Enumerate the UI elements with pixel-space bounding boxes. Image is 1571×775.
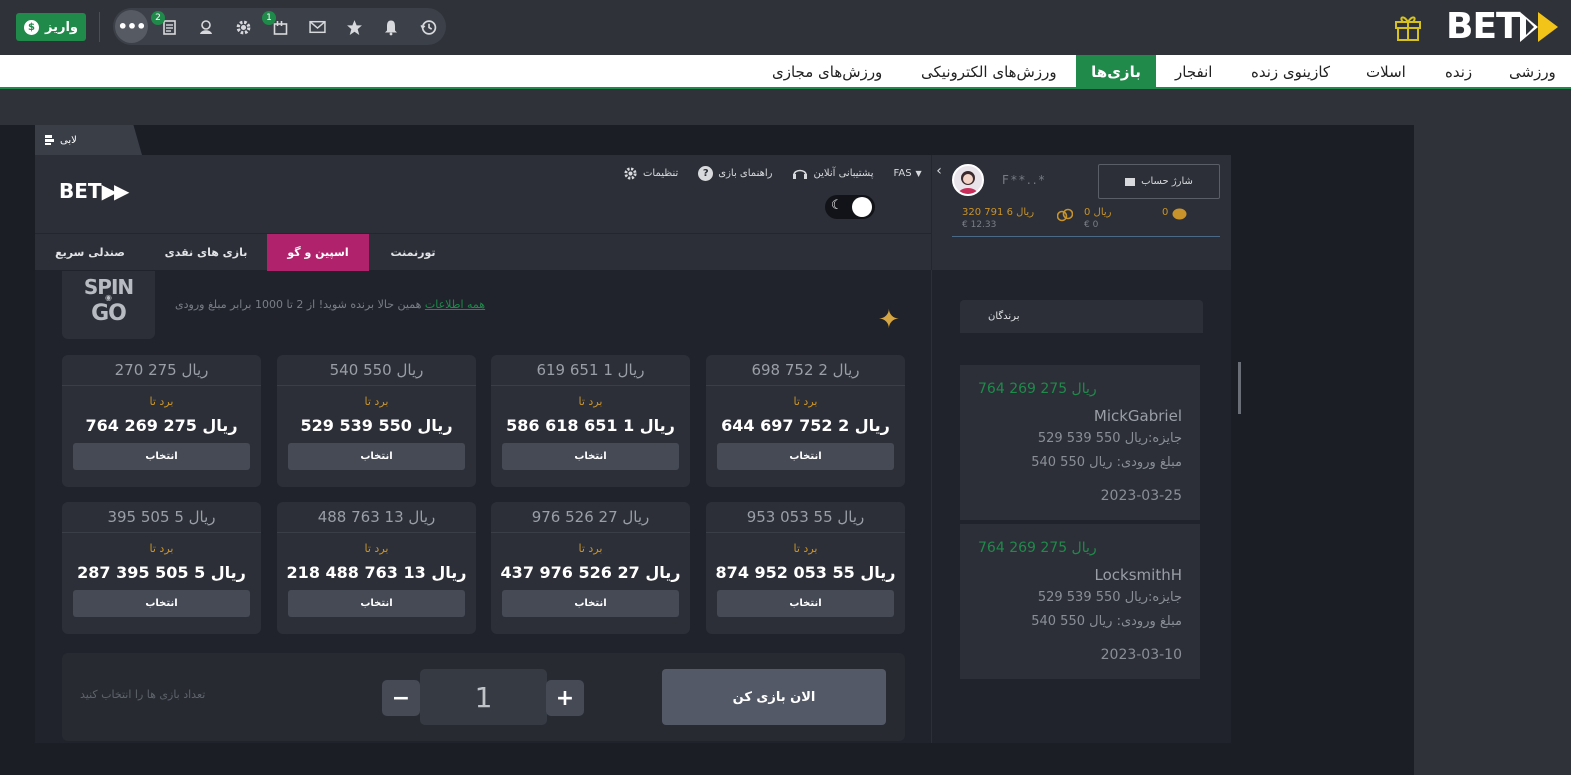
toolbar-icons: ••• 2 1 xyxy=(113,8,446,45)
help-icon: ? xyxy=(698,165,714,181)
poker-lobby: BET▶▶ ▼ FAS پشتیبانی آنلاین راهنمای بازی… xyxy=(35,155,1231,743)
charge-label: شارژ حساب xyxy=(1141,176,1193,187)
star-icon[interactable] xyxy=(343,16,365,38)
theme-toggle[interactable]: ☾ xyxy=(825,195,875,219)
lobby-icon xyxy=(45,135,54,145)
deposit-button[interactable]: $ واریز xyxy=(16,13,86,41)
sparkle-icon: ✦ xyxy=(878,305,900,335)
avatar[interactable] xyxy=(952,164,984,196)
tournament-card[interactable]: ریال 550 540 برد تا ریال 550 539 529 انت… xyxy=(277,355,476,487)
toggle-knob xyxy=(852,197,872,217)
gift-icon[interactable] xyxy=(1394,12,1422,42)
lobby-header-links: ▼ FAS پشتیبانی آنلاین راهنمای بازی ? تنظ… xyxy=(623,165,922,181)
charge-account-button[interactable]: شارژ حساب xyxy=(1098,164,1220,199)
support-link[interactable]: پشتیبانی آنلاین xyxy=(792,166,874,180)
tab-spin-and-go[interactable]: اسپین و گو xyxy=(267,234,369,271)
all-info-link[interactable]: همه اطلاعات xyxy=(425,298,485,311)
winners-list[interactable]: ریال 275 269 764 MickGabriel جایزه:ریال … xyxy=(960,365,1200,701)
language-select[interactable]: ▼ FAS xyxy=(894,168,922,179)
promo-text: همه اطلاعات همین حالا برنده شوید! از 2 ت… xyxy=(175,298,486,311)
favorites-list-icon[interactable]: 2 xyxy=(151,11,180,38)
caret-down-icon: ▼ xyxy=(915,168,922,178)
bonus-balance: ریال 0 € 0 xyxy=(1084,207,1112,230)
main-nav: ورزشی زنده اسلات کازینوی زنده انفجار باز… xyxy=(0,55,1571,89)
lobby-tab-label: لابی xyxy=(60,134,77,146)
tournament-card[interactable]: ریال 5 505 395 برد تا ریال 5 505 395 287… xyxy=(62,502,261,634)
spin-and-go-logo: SPIN ◉ GO xyxy=(62,271,155,339)
winners-panel: برندگان ریال 275 269 764 MickGabriel جای… xyxy=(931,270,1231,743)
support-agent-icon[interactable] xyxy=(195,16,217,38)
dollar-icon: $ xyxy=(24,19,39,35)
play-now-button[interactable]: الان بازی کن xyxy=(662,669,886,725)
nav-games[interactable]: بازی‌ها xyxy=(1076,55,1156,89)
points-balance: 0 xyxy=(1162,207,1169,218)
username-masked: F**..* xyxy=(1002,173,1047,187)
mail-icon[interactable] xyxy=(306,16,328,38)
game-frame: لابی BET▶▶ ▼ FAS پشتیبانی آنلاین راهنمای… xyxy=(0,125,1414,775)
nav-esports[interactable]: ورزش‌های الکترونیکی xyxy=(921,55,1057,89)
select-button[interactable]: انتخاب xyxy=(288,590,465,617)
deposit-label: واریز xyxy=(45,19,78,35)
tab-fast-seat[interactable]: صندلی سریع xyxy=(35,234,145,271)
divider xyxy=(99,12,100,42)
nav-virtual-sports[interactable]: ورزش‌های مجازی xyxy=(772,55,882,89)
select-button[interactable]: انتخاب xyxy=(288,443,465,470)
coins-icon xyxy=(1057,208,1073,222)
tournament-card[interactable]: ریال 275 270 برد تا ریال 275 269 764 انت… xyxy=(62,355,261,487)
main-balance: ریال 6 791 320 € 12.33 xyxy=(962,207,1035,230)
game-count-hint: تعداد بازی ها را انتخاب کنید xyxy=(80,688,206,701)
wallet-icon xyxy=(1125,177,1136,186)
tournament-card[interactable]: ریال 13 763 488 برد تا ریال 13 763 488 2… xyxy=(277,502,476,634)
tournament-card[interactable]: ریال 55 053 953 برد تا ریال 55 053 952 8… xyxy=(706,502,905,634)
more-icon[interactable]: ••• xyxy=(115,10,148,43)
tournament-card[interactable]: ریال 2 752 698 برد تا ریال 2 752 697 644… xyxy=(706,355,905,487)
bet-slip-badge: 1 xyxy=(262,11,276,25)
game-count-input[interactable]: 1 xyxy=(420,669,547,725)
winner-entry: ریال 275 269 764 MickGabriel جایزه:ریال … xyxy=(960,365,1200,522)
nav-live[interactable]: زنده xyxy=(1445,55,1472,89)
gear-icon[interactable] xyxy=(232,16,254,38)
favorites-badge: 2 xyxy=(151,11,165,25)
nav-sports[interactable]: ورزشی xyxy=(1509,55,1556,89)
settings-link[interactable]: تنظیمات xyxy=(623,166,678,181)
nav-crash[interactable]: انفجار xyxy=(1175,55,1212,89)
lobby-header: BET▶▶ ▼ FAS پشتیبانی آنلاین راهنمای بازی… xyxy=(35,155,931,233)
nav-slots[interactable]: اسلات xyxy=(1366,55,1406,89)
lobby-tab[interactable]: لابی xyxy=(35,125,142,155)
chevron-left-icon[interactable]: ‹ xyxy=(932,163,946,183)
select-button[interactable]: انتخاب xyxy=(502,590,679,617)
bet-slip-icon[interactable]: 1 xyxy=(262,11,291,38)
lobby-logo: BET▶▶ xyxy=(59,179,129,203)
bell-icon[interactable] xyxy=(380,16,402,38)
select-button[interactable]: انتخاب xyxy=(717,590,894,617)
tab-cash-games[interactable]: بازی های نقدی xyxy=(145,234,267,271)
history-icon[interactable] xyxy=(417,16,439,38)
lobby-tabs: صندلی سریع بازی های نقدی اسپین و گو تورن… xyxy=(35,233,931,271)
winners-title: برندگان xyxy=(960,300,1203,333)
tab-tournament[interactable]: تورنمنت xyxy=(369,234,457,271)
decrement-button[interactable]: − xyxy=(382,680,420,716)
select-button[interactable]: انتخاب xyxy=(502,443,679,470)
select-button[interactable]: انتخاب xyxy=(73,443,250,470)
tournament-card[interactable]: ریال 27 526 976 برد تا ریال 27 526 976 4… xyxy=(491,502,690,634)
select-button[interactable]: انتخاب xyxy=(717,443,894,470)
game-count-panel: تعداد بازی ها را انتخاب کنید − 1 + الان … xyxy=(62,653,905,741)
gear-icon xyxy=(624,166,637,180)
brand-arrows-icon xyxy=(1520,12,1558,42)
balance-divider xyxy=(952,236,1220,237)
points-icon xyxy=(1172,208,1187,220)
brand-logo[interactable]: BET xyxy=(1446,8,1521,46)
winner-entry: ریال 275 269 764 LocksmithH جایزه:ریال 5… xyxy=(960,524,1200,681)
top-bar: $ واریز ••• 2 1 BET xyxy=(0,0,1571,54)
headset-icon xyxy=(793,169,808,179)
account-panel: ‹ F**..* شارژ حساب ریال 6 791 320 € 12.3… xyxy=(931,155,1231,270)
nav-live-casino[interactable]: کازینوی زنده xyxy=(1251,55,1330,89)
select-button[interactable]: انتخاب xyxy=(73,590,250,617)
increment-button[interactable]: + xyxy=(546,680,584,716)
rules-link[interactable]: راهنمای بازی ? xyxy=(698,165,772,181)
moon-icon: ☾ xyxy=(831,198,843,213)
tournament-card[interactable]: ریال 1 651 619 برد تا ریال 1 651 618 586… xyxy=(491,355,690,487)
winners-scrollbar[interactable] xyxy=(1238,362,1241,414)
